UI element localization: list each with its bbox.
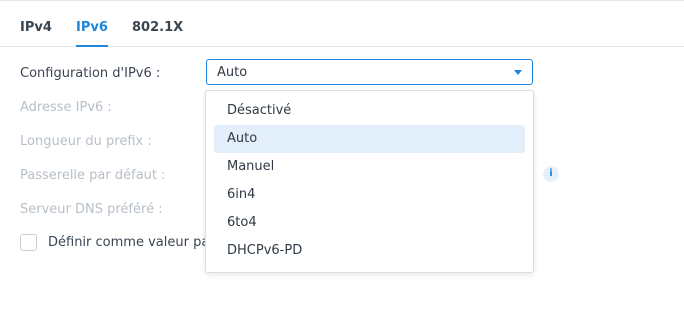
option-manual[interactable]: Manuel <box>214 153 525 181</box>
ipv6-config-dropdown: Désactivé Auto Manuel 6in4 6to4 DHCPv6-P… <box>205 90 534 273</box>
default-checkbox[interactable] <box>20 234 37 251</box>
tab-ipv4[interactable]: IPv4 <box>20 20 52 36</box>
option-6to4[interactable]: 6to4 <box>214 209 525 237</box>
prefix-length-label: Longueur du prefix : <box>20 134 152 149</box>
ipv6-config-select[interactable]: Auto <box>206 59 533 85</box>
chevron-down-icon <box>514 70 522 75</box>
info-icon[interactable]: i <box>543 166 559 182</box>
option-6in4[interactable]: 6in4 <box>214 181 525 209</box>
preferred-dns-label: Serveur DNS préféré : <box>20 202 163 217</box>
config-label: Configuration d'IPv6 : <box>20 66 161 81</box>
tab-bar: IPv4 IPv6 802.1X <box>0 0 684 47</box>
default-checkbox-label: Définir comme valeur pa <box>48 235 210 250</box>
select-value: Auto <box>217 65 248 80</box>
option-disabled[interactable]: Désactivé <box>214 97 525 125</box>
option-dhcpv6-pd[interactable]: DHCPv6-PD <box>214 237 525 265</box>
tab-ipv6[interactable]: IPv6 <box>76 20 108 47</box>
default-gateway-label: Passerelle par défaut : <box>20 168 166 183</box>
address-label: Adresse IPv6 : <box>20 100 112 115</box>
tab-8021x[interactable]: 802.1X <box>132 20 183 36</box>
option-auto[interactable]: Auto <box>214 125 525 153</box>
